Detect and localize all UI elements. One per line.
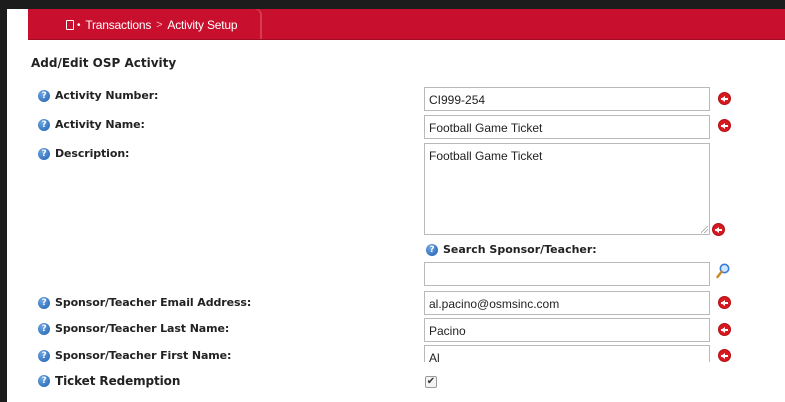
help-icon[interactable]: ? — [426, 243, 438, 256]
sponsor-last-name-label-row: ? Sponsor/Teacher Last Name: — [38, 322, 229, 335]
required-icon — [718, 349, 731, 362]
help-icon[interactable]: ? — [38, 147, 50, 160]
activity-number-label: Activity Number: — [55, 89, 159, 102]
sponsor-first-name-label: Sponsor/Teacher First Name: — [55, 349, 232, 362]
transactions-icon — [66, 20, 74, 30]
window-top-border — [0, 0, 785, 9]
sponsor-last-name-label: Sponsor/Teacher Last Name: — [55, 322, 230, 335]
required-icon — [718, 296, 731, 309]
help-icon[interactable]: ? — [38, 296, 50, 309]
ticket-redemption-label-row: ? Ticket Redemption — [38, 374, 180, 388]
form-title: Add/Edit OSP Activity — [31, 56, 177, 70]
breadcrumb: • Transactions > Activity Setup — [66, 17, 238, 33]
ticket-redemption-label: Ticket Redemption — [55, 374, 181, 388]
sponsor-email-label-row: ? Sponsor/Teacher Email Address: — [38, 296, 251, 309]
activity-number-input[interactable]: CI999-254 — [424, 87, 710, 111]
activity-name-label-row: ? Activity Name: — [38, 118, 145, 131]
transactions-arrow-icon: • — [77, 19, 81, 31]
resize-grip-icon[interactable] — [701, 226, 708, 233]
breadcrumb-transactions[interactable]: Transactions — [85, 18, 151, 32]
required-icon — [718, 323, 731, 336]
breadcrumb-activity-setup: Activity Setup — [167, 18, 238, 32]
window-left-border — [0, 0, 7, 402]
breadcrumb-separator: > — [156, 19, 163, 31]
activity-name-label: Activity Name: — [55, 118, 145, 131]
sponsor-first-name-input[interactable]: Al — [424, 345, 710, 362]
search-sponsor-input[interactable] — [424, 262, 710, 286]
required-icon — [718, 119, 731, 132]
required-icon — [712, 223, 725, 236]
help-icon[interactable]: ? — [38, 322, 50, 335]
required-icon — [718, 92, 731, 105]
activity-number-label-row: ? Activity Number: — [38, 89, 158, 102]
search-sponsor-label-row: ? Search Sponsor/Teacher: — [426, 243, 597, 256]
sponsor-first-name-label-row: ? Sponsor/Teacher First Name: — [38, 349, 231, 362]
search-sponsor-label: Search Sponsor/Teacher: — [443, 243, 597, 256]
sponsor-email-input[interactable]: al.pacino@osmsinc.com — [424, 291, 710, 315]
sponsor-last-name-input[interactable]: Pacino — [424, 318, 710, 342]
description-label-row: ? Description: — [38, 147, 129, 160]
help-icon[interactable]: ? — [38, 89, 50, 102]
help-icon[interactable]: ? — [38, 118, 50, 131]
ticket-redemption-checkbox[interactable]: ✔ — [425, 376, 437, 388]
description-textarea[interactable]: Football Game Ticket — [424, 143, 710, 235]
magnifier-icon[interactable] — [716, 263, 730, 279]
description-label: Description: — [55, 147, 130, 160]
activity-name-input[interactable]: Football Game Ticket — [424, 115, 710, 139]
description-text: Football Game Ticket — [429, 149, 543, 163]
help-icon[interactable]: ? — [38, 375, 50, 387]
sponsor-email-label: Sponsor/Teacher Email Address: — [55, 296, 252, 309]
help-icon[interactable]: ? — [38, 349, 50, 362]
